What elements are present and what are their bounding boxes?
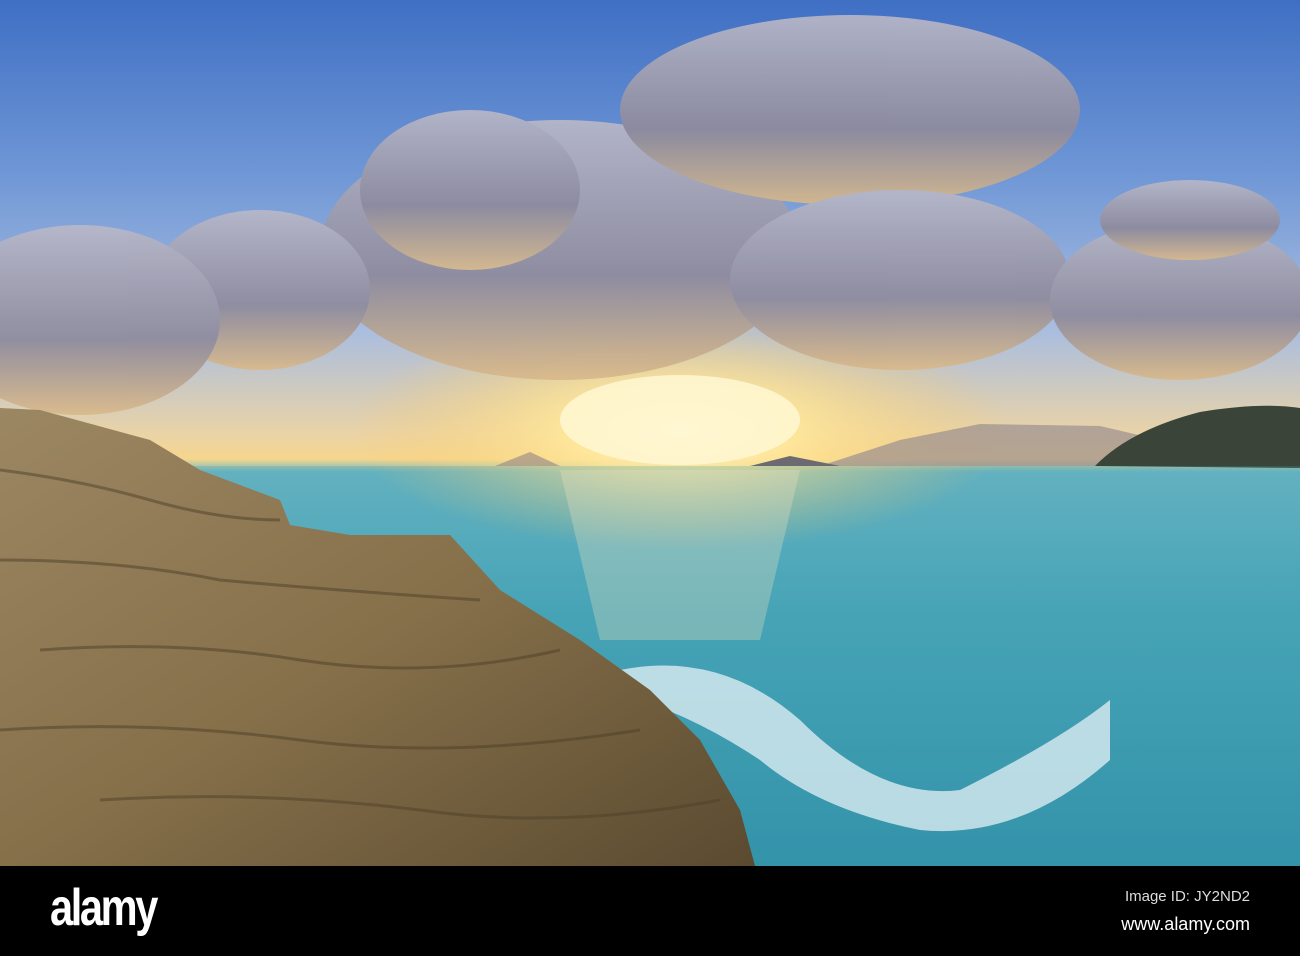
- sunset-photo: [0, 0, 1300, 866]
- alamy-logo: alamy: [50, 879, 158, 937]
- clouds: [0, 15, 1300, 415]
- scene: [0, 15, 1300, 866]
- watermark-footer: alamy Image ID: JY2ND2 www.alamy.com: [0, 866, 1300, 956]
- image-id: Image ID: JY2ND2: [1124, 888, 1250, 905]
- sun-reflection: [560, 470, 800, 640]
- alamy-url-link[interactable]: www.alamy.com: [1121, 914, 1250, 935]
